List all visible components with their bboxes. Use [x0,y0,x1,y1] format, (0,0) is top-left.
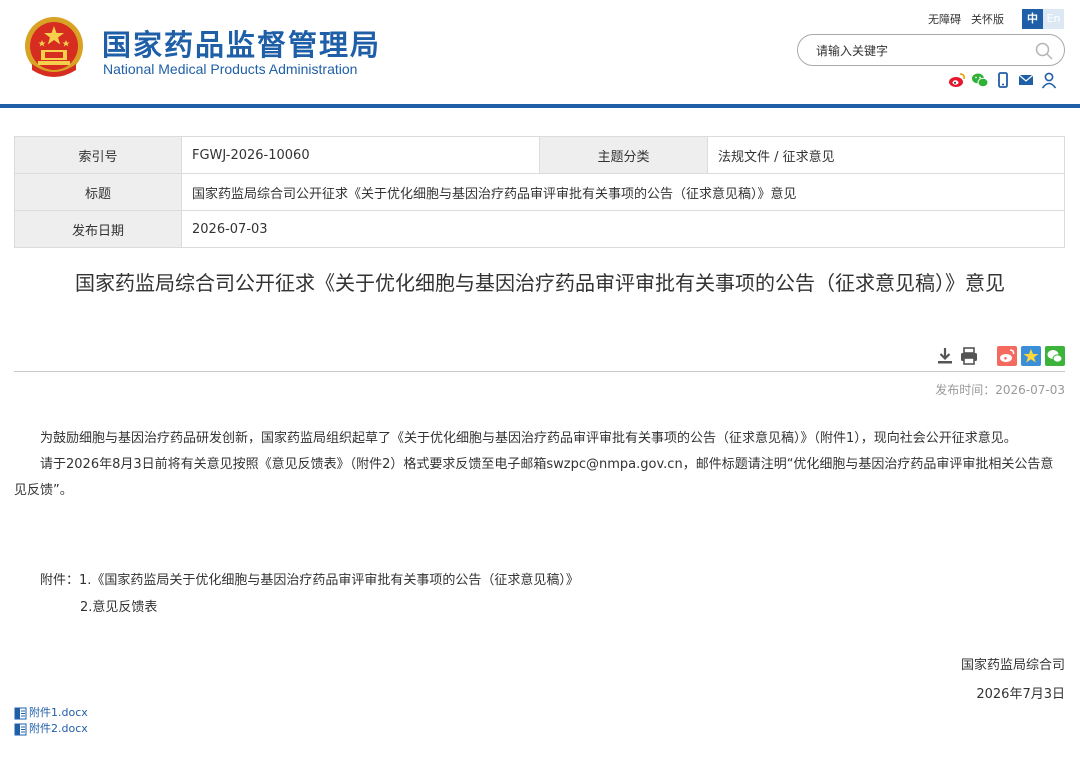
share-favorite-icon[interactable] [1021,346,1041,366]
header-divider [0,104,1080,108]
search-icon[interactable] [1034,41,1054,61]
index-label: 索引号 [14,136,182,174]
attachment-item: 附件：1.《国家药监局关于优化细胞与基因治疗药品审评审批有关事项的公告（征求意见… [40,573,579,588]
national-emblem-icon[interactable] [24,14,84,80]
index-value: FGWJ-2026-10060 [181,136,540,174]
category-value: 法规文件 / 征求意见 [707,136,1065,174]
mobile-icon[interactable] [994,71,1012,89]
site-logo-en[interactable]: National Medical Products Administration [103,61,357,77]
language-switch: 中 En [1022,9,1064,29]
document-info-table: 索引号 FGWJ-2026-10060 主题分类 法规文件 / 征求意见 标题 … [14,136,1065,248]
search-box [797,34,1065,66]
file-link-1[interactable]: 附件1.docx [14,705,88,721]
lang-en-button[interactable]: En [1043,9,1064,29]
user-icon[interactable] [1040,71,1058,89]
word-doc-icon [14,707,27,719]
elderly-mode-link[interactable]: 关怀版 [971,11,1004,27]
date-label: 发布日期 [14,210,182,248]
download-icon[interactable] [935,346,955,366]
file-downloads: 附件1.docx 附件2.docx [14,705,88,737]
weibo-icon[interactable] [948,71,966,89]
file-link-2[interactable]: 附件2.docx [14,721,88,737]
mail-icon[interactable] [1017,71,1035,89]
lang-zh-button[interactable]: 中 [1022,9,1043,29]
top-links: 无障碍 关怀版 中 En [928,8,1064,30]
title-label: 标题 [14,173,182,211]
share-wechat-icon[interactable] [1045,346,1065,366]
signature-org: 国家药监局综合司 [960,658,1065,673]
table-row: 发布日期 2026-07-03 [14,210,1065,248]
signature-date: 2026年7月3日 [976,687,1065,702]
article-body: 为鼓励细胞与基因治疗药品研发创新，国家药监局组织起草了《关于优化细胞与基因治疗药… [14,426,1066,504]
search-input[interactable] [816,41,1026,61]
attachment-item: 2.意见反馈表 [80,600,158,615]
social-links [943,71,1058,89]
article-tools [931,346,1065,366]
file-name: 附件1.docx [29,706,88,719]
table-row: 索引号 FGWJ-2026-10060 主题分类 法规文件 / 征求意见 [14,136,1065,174]
date-value: 2026-07-03 [181,210,1065,248]
accessibility-link[interactable]: 无障碍 [928,11,961,27]
site-header: 国家药品监督管理局 National Medical Products Admi… [0,0,1080,104]
publish-time: 发布时间：2026-07-03 [935,383,1065,397]
file-name: 附件2.docx [29,722,88,735]
wechat-icon[interactable] [971,71,989,89]
word-doc-icon [14,723,27,735]
paragraph: 为鼓励细胞与基因治疗药品研发创新，国家药监局组织起草了《关于优化细胞与基因治疗药… [40,431,1017,446]
print-icon[interactable] [959,346,979,366]
article-title: 国家药监局综合司公开征求《关于优化细胞与基因治疗药品审评审批有关事项的公告（征求… [75,271,1005,295]
paragraph: 请于2026年8月3日前将有关意见按照《意见反馈表》（附件2）格式要求反馈至电子… [14,457,1054,498]
category-label: 主题分类 [539,136,708,174]
share-weibo-icon[interactable] [997,346,1017,366]
title-value: 国家药监局综合司公开征求《关于优化细胞与基因治疗药品审评审批有关事项的公告（征求… [181,173,1065,211]
site-logo-cn[interactable]: 国家药品监督管理局 [102,22,381,64]
article-divider [14,371,1065,372]
table-row: 标题 国家药监局综合司公开征求《关于优化细胞与基因治疗药品审评审批有关事项的公告… [14,173,1065,211]
attachment-list: 附件：1.《国家药监局关于优化细胞与基因治疗药品审评审批有关事项的公告（征求意见… [40,567,579,621]
